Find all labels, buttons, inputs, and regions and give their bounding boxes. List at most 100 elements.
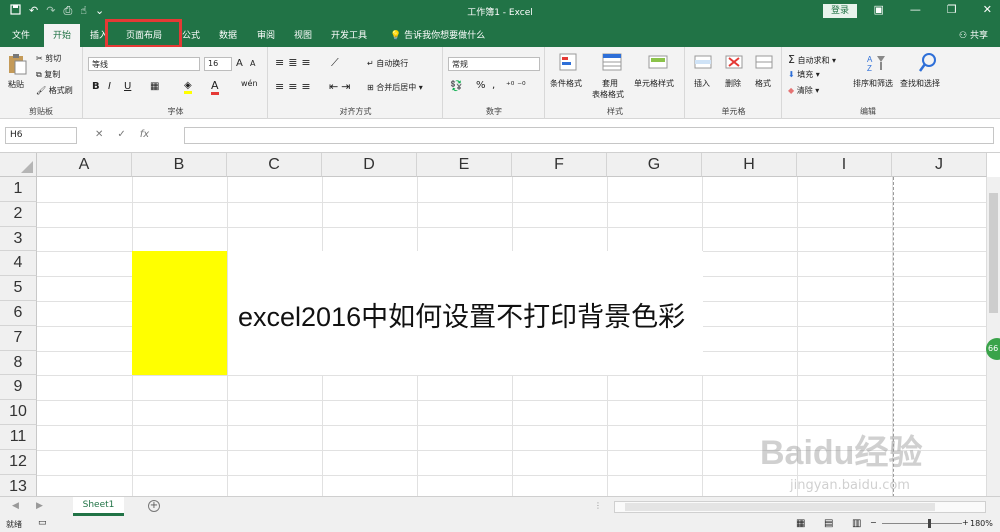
formula-input[interactable]: [184, 127, 994, 144]
share-button[interactable]: ⚇ 共享: [959, 28, 988, 41]
delete-cells-label[interactable]: 删除: [725, 78, 741, 89]
row-header-8[interactable]: 8: [0, 350, 37, 376]
minimize-icon[interactable]: —: [910, 3, 921, 16]
row-header-4[interactable]: 4: [0, 251, 37, 277]
add-sheet-icon[interactable]: +: [148, 500, 160, 512]
merge-center-button[interactable]: ⊞ 合并后居中 ▾: [367, 82, 423, 93]
column-header-f[interactable]: F: [512, 153, 607, 177]
comma-button[interactable]: ,: [492, 80, 495, 91]
vertical-scrollbar[interactable]: [986, 177, 1000, 496]
indent-icons[interactable]: ⇤⇥: [329, 80, 353, 93]
row-header-1[interactable]: 1: [0, 177, 37, 202]
format-painter-button[interactable]: 🖌 格式刷: [36, 85, 73, 96]
font-name-select[interactable]: 等线: [88, 57, 200, 71]
normal-view-icon[interactable]: ▦: [796, 518, 805, 529]
column-header-c[interactable]: C: [227, 153, 322, 177]
vertical-align-icons[interactable]: ≡≣≡: [275, 56, 315, 69]
sort-filter-icon[interactable]: AZ: [865, 52, 887, 74]
paste-icon[interactable]: [6, 53, 28, 75]
fill-color-icon[interactable]: ◈: [184, 80, 192, 94]
zoom-out-icon[interactable]: −: [870, 518, 877, 527]
sort-filter-label[interactable]: 排序和筛选: [853, 78, 893, 89]
bold-button[interactable]: B: [92, 81, 100, 92]
zoom-slider[interactable]: [882, 523, 962, 524]
find-select-label[interactable]: 查找和选择: [900, 78, 940, 89]
font-size-select[interactable]: 16: [204, 57, 232, 71]
font-color-button[interactable]: A: [211, 79, 219, 95]
column-header-b[interactable]: B: [132, 153, 227, 177]
clear-button[interactable]: ◆ 清除 ▾: [788, 85, 819, 96]
tab-split-icon[interactable]: ⋮: [594, 501, 602, 510]
fill-button[interactable]: ⬇ 填充 ▾: [788, 69, 820, 80]
macro-record-icon[interactable]: ▭: [38, 518, 47, 528]
conditional-format-icon[interactable]: [558, 52, 580, 74]
row-header-13[interactable]: 13: [0, 474, 37, 496]
horizontal-align-icons[interactable]: ≡≡≡: [275, 80, 315, 93]
format-table-label-2[interactable]: 表格格式: [592, 89, 624, 100]
format-cells-label[interactable]: 格式: [755, 78, 771, 89]
zoom-level[interactable]: 180%: [970, 519, 993, 528]
format-table-icon[interactable]: [601, 52, 623, 74]
name-box[interactable]: H6: [5, 127, 77, 144]
row-header-12[interactable]: 12: [0, 449, 37, 475]
row-header-7[interactable]: 7: [0, 325, 37, 351]
row-header-5[interactable]: 5: [0, 276, 37, 301]
cell-styles-label[interactable]: 单元格样式: [634, 78, 674, 89]
ribbon-display-icon[interactable]: ▣: [874, 3, 884, 16]
row-header-10[interactable]: 10: [0, 400, 37, 425]
tab-review[interactable]: 审阅: [257, 28, 275, 41]
page-break-view-icon[interactable]: ▥: [852, 518, 861, 529]
column-header-d[interactable]: D: [322, 153, 417, 177]
close-icon[interactable]: ✕: [983, 3, 992, 16]
cut-button[interactable]: ✂ 剪切: [36, 53, 61, 64]
horizontal-scrollbar[interactable]: [614, 501, 986, 513]
login-button[interactable]: 登录: [823, 4, 857, 18]
number-format-select[interactable]: 常规: [448, 57, 540, 71]
column-header-i[interactable]: I: [797, 153, 892, 177]
find-select-icon[interactable]: [917, 52, 939, 74]
column-header-a[interactable]: A: [37, 153, 132, 177]
format-cells-icon[interactable]: [753, 52, 775, 74]
currency-icon[interactable]: 💱: [450, 81, 462, 92]
delete-cells-icon[interactable]: [723, 52, 745, 74]
tab-file[interactable]: 文件: [12, 28, 30, 41]
row-header-2[interactable]: 2: [0, 201, 37, 227]
enter-icon[interactable]: ✓: [117, 129, 125, 140]
row-header-6[interactable]: 6: [0, 301, 37, 326]
format-table-label-1[interactable]: 套用: [602, 78, 618, 89]
column-header-e[interactable]: E: [417, 153, 512, 177]
tab-view[interactable]: 视图: [294, 28, 312, 41]
percent-button[interactable]: %: [476, 80, 486, 91]
tab-home[interactable]: 开始: [44, 24, 81, 47]
copy-button[interactable]: ⧉ 复制: [36, 69, 60, 80]
cancel-icon[interactable]: ✕: [95, 129, 103, 140]
border-icon[interactable]: ▦: [150, 81, 159, 92]
cell-styles-icon[interactable]: [647, 52, 669, 74]
tell-me-box[interactable]: 💡 告诉我你想要做什么: [390, 28, 485, 41]
column-header-g[interactable]: G: [607, 153, 702, 177]
page-layout-view-icon[interactable]: ▤: [824, 518, 833, 529]
tab-data[interactable]: 数据: [219, 28, 237, 41]
underline-button[interactable]: U: [124, 81, 131, 92]
sheet-tab-sheet1[interactable]: Sheet1: [73, 497, 124, 516]
horizontal-scroll-thumb[interactable]: [625, 503, 935, 511]
wrap-text-button[interactable]: ↵ 自动换行: [367, 58, 408, 69]
zoom-slider-thumb[interactable]: [928, 519, 931, 528]
zoom-in-icon[interactable]: +: [962, 518, 969, 527]
sheet-nav-next-icon[interactable]: ▶: [36, 501, 43, 511]
sheet-nav-prev-icon[interactable]: ◀: [12, 501, 19, 511]
conditional-format-label[interactable]: 条件格式: [550, 78, 582, 89]
row-header-11[interactable]: 11: [0, 425, 37, 450]
vertical-scroll-thumb[interactable]: [989, 193, 998, 313]
tab-developer[interactable]: 开发工具: [331, 28, 367, 41]
decimal-icons[interactable]: ⁺⁰ ⁻⁰: [506, 81, 526, 91]
column-header-h[interactable]: H: [702, 153, 797, 177]
shrink-font-button[interactable]: A: [250, 59, 255, 68]
phonetic-button[interactable]: wén: [241, 79, 258, 88]
orientation-icon[interactable]: ⟋: [331, 56, 339, 70]
restore-icon[interactable]: ❐: [947, 3, 957, 16]
insert-function-button[interactable]: fx: [140, 129, 149, 140]
row-header-3[interactable]: 3: [0, 226, 37, 252]
select-all-button[interactable]: [0, 153, 37, 177]
column-header-j[interactable]: J: [892, 153, 987, 177]
